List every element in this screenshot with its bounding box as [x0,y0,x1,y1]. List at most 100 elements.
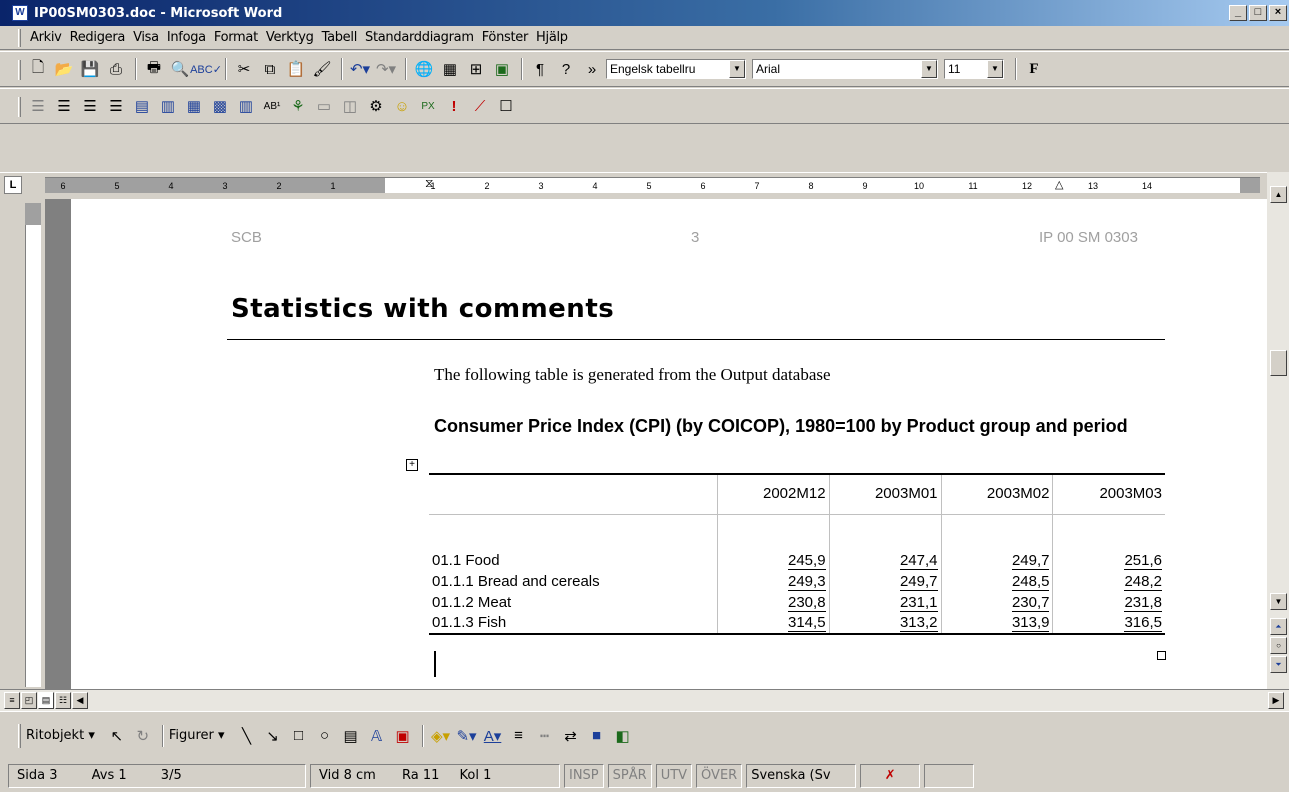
table-cell[interactable]: 247,4 [828,550,942,571]
next-page-icon[interactable]: ⏷ [1270,656,1287,673]
web-layout-icon[interactable]: ◰ [21,692,37,709]
px-icon[interactable]: PX [416,94,440,118]
outline-view-icon[interactable]: ☷ [55,692,71,709]
table-columns-icon[interactable]: ▥ [156,94,180,118]
scroll-up-icon[interactable]: ▲ [1270,186,1287,203]
menu-arkiv[interactable]: Arkiv [26,30,66,45]
menu-hjalp[interactable]: Hjälp [532,30,572,45]
style-combo[interactable]: Engelsk tabellru ▼ [606,59,746,79]
ruler-strip[interactable]: 6 5 4 3 2 1 1 2 3 4 5 6 7 8 9 10 11 12 1… [45,177,1260,193]
row-label[interactable]: 01.1.3 Fish [429,613,717,634]
align-left-icon[interactable]: ☰ [26,94,50,118]
status-position-info[interactable]: Vid 8 cm Ra 11 Kol 1 [310,763,560,788]
word-app-icon[interactable]: W [12,5,28,21]
table-cell[interactable]: 248,2 [1052,571,1165,592]
smiley-icon[interactable]: ☺ [390,94,414,118]
font-color-icon[interactable]: A▾ [481,724,505,748]
copy-icon[interactable]: ⧉ [258,57,282,81]
spelling-status-icon[interactable]: ✗ [860,763,921,788]
chevron-down-icon[interactable]: ▼ [729,60,745,78]
font-size-combo[interactable]: 11 ▼ [944,59,1004,79]
status-rec[interactable]: INSP [564,763,604,788]
table-icon[interactable]: ▤ [130,94,154,118]
table-bars-icon[interactable]: ▥ [234,94,258,118]
table-cell[interactable]: 249,7 [940,550,1053,571]
menu-standarddiagram[interactable]: Standarddiagram [361,30,478,45]
autoshapes-button[interactable]: Figurer ▾ [169,728,225,743]
browse-object-icon[interactable]: ○ [1270,637,1287,654]
chevron-down-icon[interactable]: ▼ [987,60,1003,78]
right-indent-marker-icon[interactable]: △ [1055,178,1063,193]
maximize-button[interactable]: □ [1249,5,1267,21]
status-language[interactable]: Svenska (Sv [746,763,857,788]
wordart-icon[interactable]: 𝔸 [365,724,389,748]
table-rows-icon[interactable]: ▦ [182,94,206,118]
scroll-down-icon[interactable]: ▼ [1270,593,1287,610]
table-cell[interactable] [429,514,717,550]
table-cell[interactable]: 230,8 [716,592,830,613]
table-cell[interactable]: 316,5 [1052,613,1165,634]
table-cell[interactable] [716,514,830,550]
save-icon[interactable]: 💾 [78,57,102,81]
table-resize-handle[interactable] [1157,651,1166,660]
table-cell[interactable] [1052,514,1165,550]
menu-verktyg[interactable]: Verktyg [262,30,318,45]
permission-icon[interactable]: ⎙ [104,57,128,81]
show-formatting-icon[interactable]: ¶ [528,57,552,81]
menu-infoga[interactable]: Infoga [163,30,210,45]
vertical-ruler[interactable] [0,199,45,689]
table-cell[interactable]: 230,7 [940,592,1053,613]
fill-color-icon[interactable]: ◈▾ [429,724,453,748]
table-cell[interactable]: 249,3 [716,571,830,592]
format-painter-icon[interactable]: 🖌 [310,57,334,81]
previous-page-icon[interactable]: ⏶ [1270,618,1287,635]
text-box-icon[interactable]: ▤ [339,724,363,748]
new-document-icon[interactable]: 🗋 [26,57,50,81]
align-center-icon[interactable]: ☰ [52,94,76,118]
toolbar-grip[interactable] [18,724,21,748]
cpi-table[interactable]: 2002M12 2003M01 2003M02 2003M03 01.1 Foo… [429,473,1165,635]
insert-excel-icon[interactable]: ▣ [490,57,514,81]
toolbar-grip[interactable] [18,60,21,80]
line-chart-icon[interactable]: ⟋ [468,94,492,118]
status-overtype[interactable]: ÖVER [696,763,743,788]
table-move-handle-icon[interactable]: + [406,459,418,471]
oval-icon[interactable]: ○ [313,724,337,748]
select-objects-icon[interactable]: ↖ [105,724,129,748]
3d-icon[interactable]: ◧ [611,724,635,748]
table-cell[interactable]: 314,5 [716,613,830,634]
status-extend[interactable]: UTV [655,763,693,788]
toolbar-overflow-icon[interactable]: » [580,57,604,81]
table-cell[interactable]: 313,9 [940,613,1053,634]
cut-icon[interactable]: ✂ [232,57,256,81]
table-cell[interactable]: 249,7 [828,571,942,592]
redo-icon[interactable]: ↷▾ [374,57,398,81]
vertical-scrollbar[interactable]: ▲ ▼ ⏶ ○ ⏷ [1267,172,1289,689]
close-button[interactable]: × [1269,5,1287,21]
arrow-icon[interactable]: ↘ [261,724,285,748]
form-icon[interactable]: ▭ [312,94,336,118]
table-cell[interactable]: 231,8 [1052,592,1165,613]
document-page[interactable]: SCB 3 IP 00 SM 0303 Statistics with comm… [71,199,1267,689]
arrow-style-icon[interactable]: ⇄ [559,724,583,748]
column-header[interactable]: 2003M01 [828,474,942,515]
menu-fonster[interactable]: Fönster [478,30,532,45]
chevron-down-icon[interactable]: ▼ [921,60,937,78]
tree-icon[interactable]: ⚘ [286,94,310,118]
column-header[interactable]: 2003M02 [940,474,1053,515]
horizontal-ruler[interactable]: L 6 5 4 3 2 1 1 2 3 4 5 6 7 8 9 10 11 12… [0,172,1289,199]
row-label[interactable]: 01.1.2 Meat [429,592,717,613]
table-grid-icon[interactable]: ▩ [208,94,232,118]
line-color-icon[interactable]: ✎▾ [455,724,479,748]
normal-view-icon[interactable]: ≡ [4,692,20,709]
clipart-icon[interactable]: ▣ [391,724,415,748]
horizontal-scrollbar[interactable]: ≡ ◰ ▤ ☷ ◀ ▶ [0,689,1289,711]
status-track[interactable]: SPÅR [607,763,652,788]
tab-selector[interactable]: L [4,176,22,194]
help-icon[interactable]: ? [554,57,578,81]
minimize-button[interactable]: _ [1229,5,1247,21]
rectangle-icon[interactable]: □ [287,724,311,748]
menu-redigera[interactable]: Redigera [66,30,129,45]
vertical-ruler-strip[interactable] [25,203,41,687]
menu-format[interactable]: Format [210,30,262,45]
